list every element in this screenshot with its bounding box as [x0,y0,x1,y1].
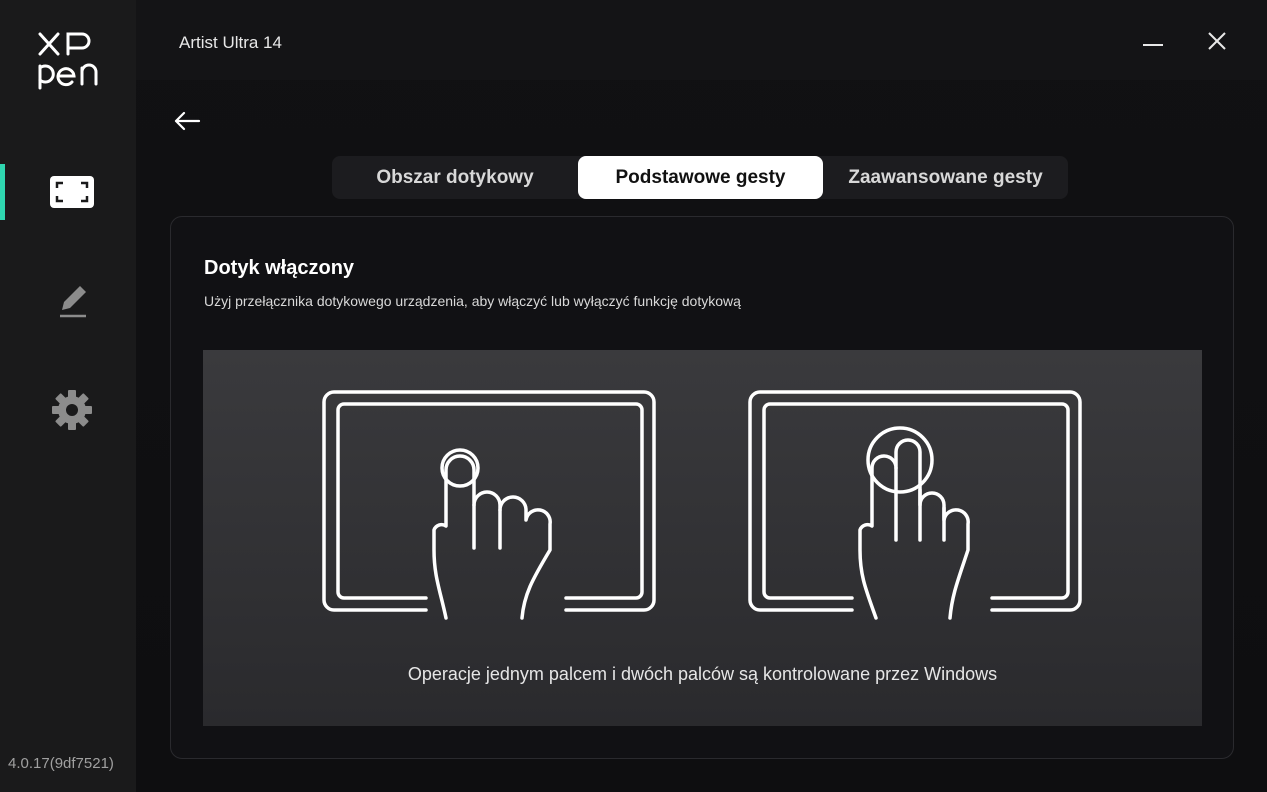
close-icon [1208,32,1226,50]
gear-icon [48,390,96,430]
title-bar: Artist Ultra 14 [136,0,1267,80]
sidebar: 4.0.17(9df7521) [0,0,136,792]
minimize-icon [1143,44,1163,46]
tab-bar: Obszar dotykowy Podstawowe gesty Zaawans… [332,156,1068,199]
one-finger-gesture-icon [322,390,656,620]
xppen-logo [38,32,98,90]
card-subtitle: Użyj przełącznika dotykowego urządzenia,… [204,293,741,309]
card-title: Dotyk włączony [204,257,355,279]
back-button[interactable] [172,106,202,136]
pen-icon [48,280,96,320]
touch-card: Dotyk włączony Użyj przełącznika dotykow… [170,216,1234,759]
two-finger-gesture-icon [748,390,1082,620]
tab-basic-gestures[interactable]: Podstawowe gesty [578,156,823,199]
sidebar-item-pen[interactable] [0,272,136,328]
version-label: 4.0.17(9df7521) [8,755,114,772]
screen-area-icon [48,172,96,212]
sidebar-item-display[interactable] [0,164,136,220]
tab-touch-area[interactable]: Obszar dotykowy [332,156,578,199]
minimize-button[interactable] [1133,24,1173,58]
main-panel: Artist Ultra 14 Obszar dotykowy Podstawo… [136,0,1267,792]
gesture-illustration: Operacje jednym palcem i dwóch palców są… [203,350,1202,726]
arrow-left-icon [174,111,201,131]
gesture-caption: Operacje jednym palcem i dwóch palców są… [407,664,998,684]
sidebar-item-settings[interactable] [0,382,136,438]
window-title: Artist Ultra 14 [179,33,282,52]
tab-advanced-gestures[interactable]: Zaawansowane gesty [823,156,1068,199]
close-button[interactable] [1197,24,1237,58]
